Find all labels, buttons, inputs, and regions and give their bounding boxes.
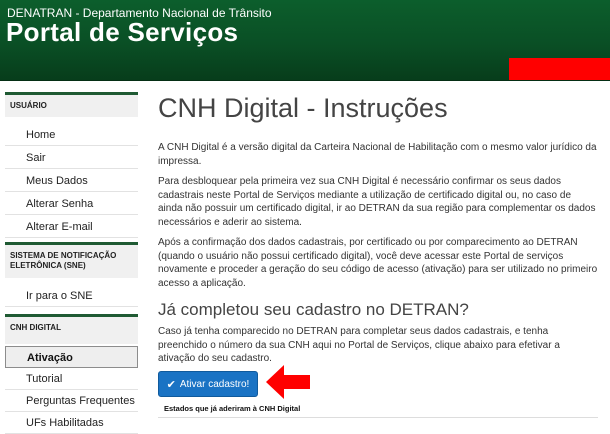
sidebar-item-ufs[interactable]: UFs Habilitadas [5, 412, 138, 434]
ativar-cadastro-button[interactable]: ✔ Ativar cadastro! [158, 371, 258, 397]
confirmation-paragraph: Após a confirmação dos dados cadastrais,… [158, 237, 598, 289]
sidebar-item-alterar-email[interactable]: Alterar E-mail [5, 216, 138, 238]
check-icon: ✔ [166, 378, 176, 391]
sidebar-item-tutorial[interactable]: Tutorial [5, 368, 138, 390]
arrow-left-icon [266, 365, 310, 399]
portal-title[interactable]: Portal de Serviços [6, 17, 238, 48]
page-title: CNH Digital - Instruções [158, 93, 448, 123]
sidebar-item-sair[interactable]: Sair [5, 147, 138, 169]
sidebar-item-alterar-senha[interactable]: Alterar Senha [5, 193, 138, 215]
sidebar-item-home[interactable]: Home [5, 124, 138, 146]
sidebar-item-perguntas[interactable]: Perguntas Frequentes [5, 390, 138, 412]
sidebar-item-meus-dados[interactable]: Meus Dados [5, 170, 138, 192]
intro-paragraph: A CNH Digital é a versão digital da Cart… [158, 142, 597, 167]
sidebar-item-ativacao[interactable]: Ativação [5, 346, 138, 368]
section-subtitle: Já completou seu cadastro no DETRAN? [158, 300, 469, 319]
instructions-paragraph: Para desbloquear pela primeira vez sua C… [158, 176, 596, 228]
sidebar-item-ir-sne[interactable]: Ir para o SNE [5, 285, 138, 307]
sidebar-section-usuario: USUÁRIO [5, 92, 138, 117]
ativar-cadastro-label: Ativar cadastro! [179, 378, 250, 390]
divider [158, 417, 598, 418]
sidebar-section-cnh-digital: CNH DIGITAL [5, 314, 138, 344]
sidebar-section-sne: SISTEMA DE NOTIFICAÇÃO ELETRÔNICA (SNE) [5, 242, 138, 278]
states-label: Estados que já aderiram à CNH Digital [164, 404, 301, 413]
red-highlight-bar [509, 58, 610, 80]
activation-paragraph: Caso já tenha comparecido no DETRAN para… [158, 326, 560, 364]
